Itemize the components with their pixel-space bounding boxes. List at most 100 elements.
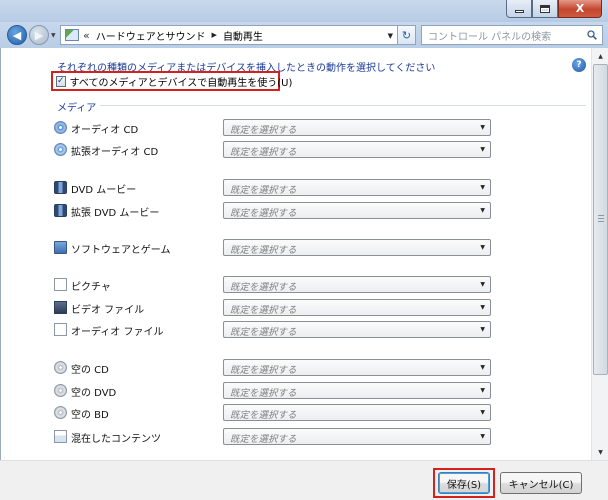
navigation-bar: ◀ ▶ ▼ « ハードウェアとサウンド ▶ 自動再生 ▼ ↻ コントロール パネ… [0,22,608,48]
media-row-audio-files: オーディオ ファイル 既定を選択する ▼ [54,321,494,339]
address-bar[interactable]: « ハードウェアとサウンド ▶ 自動再生 ▼ [60,25,398,45]
media-action-select[interactable]: 既定を選択する ▼ [223,239,491,256]
blank-dvd-icon [54,384,67,397]
media-action-select[interactable]: 既定を選択する ▼ [223,359,491,376]
autoplay-all-label[interactable]: すべてのメディアとデバイスで自動再生を使う(U) [70,74,293,89]
maximize-button[interactable] [532,0,558,18]
media-label: ピクチャ [71,282,111,293]
media-action-select[interactable]: 既定を選択する ▼ [223,179,491,196]
address-dropdown-icon[interactable]: ▼ [388,32,393,40]
media-row-enhanced-dvd-movie: 拡張 DVD ムービー 既定を選択する ▼ [54,202,494,220]
media-row-blank-cd: 空の CD 既定を選択する ▼ [54,359,494,377]
media-label: DVD ムービー [71,185,137,196]
media-label: 拡張オーディオ CD [71,147,159,158]
media-row-blank-dvd: 空の DVD 既定を選択する ▼ [54,382,494,400]
media-label: 空の DVD [71,388,117,399]
video-files-icon [54,301,67,314]
control-panel-icon [65,29,79,41]
media-row-mixed-content: 混在したコンテンツ 既定を選択する ▼ [54,428,494,446]
media-section-title: メディア [57,99,101,114]
refresh-button[interactable]: ↻ [398,25,416,45]
media-label: オーディオ ファイル [71,327,164,338]
media-label: 空の CD [71,365,109,376]
pictures-icon [54,278,67,291]
section-divider [57,105,586,106]
autoplay-all-checkbox[interactable]: ✓ [56,75,66,87]
media-action-select[interactable]: 既定を選択する ▼ [223,119,491,136]
breadcrumb-hardware-sound[interactable]: ハードウェアとサウンド [96,28,206,43]
chevron-down-icon: ▼ [480,326,485,333]
media-row-audio-cd: オーディオ CD 既定を選択する ▼ [54,119,494,137]
recent-pages-dropdown-icon[interactable]: ▼ [51,32,56,39]
media-action-select[interactable]: 既定を選択する ▼ [223,276,491,293]
media-row-video-files: ビデオ ファイル 既定を選択する ▼ [54,299,494,317]
chevron-down-icon: ▼ [480,364,485,371]
audio-cd-icon [54,121,67,134]
breadcrumb-separator-icon[interactable]: ▶ [212,31,217,39]
media-label: ビデオ ファイル [71,305,145,316]
enhanced-dvd-movie-icon [54,204,67,217]
autoplay-settings-panel: それぞれの種類のメディアまたはデバイスを挿入したときの動作を選択してください ?… [0,48,608,500]
media-action-select[interactable]: 既定を選択する ▼ [223,202,491,219]
media-action-select[interactable]: 既定を選択する ▼ [223,404,491,421]
chevron-down-icon: ▼ [480,124,485,131]
help-icon[interactable]: ? [572,58,586,72]
chevron-down-icon: ▼ [480,244,485,251]
back-arrow-icon: ◀ [12,28,22,42]
scrollbar-thumb[interactable] [593,64,608,375]
minimize-icon [514,10,524,13]
media-action-select[interactable]: 既定を選択する ▼ [223,382,491,399]
chevron-down-icon: ▼ [480,281,485,288]
breadcrumb-overflow[interactable]: « [83,29,90,42]
scroll-down-icon[interactable]: ▼ [593,444,608,460]
chevron-down-icon: ▼ [480,433,485,440]
audio-files-icon [54,323,67,336]
enhanced-audio-cd-icon [54,143,67,156]
search-icon[interactable] [587,30,597,40]
chevron-down-icon: ▼ [480,409,485,416]
autoplay-all-checkbox-row[interactable]: ✓ すべてのメディアとデバイスで自動再生を使う(U) [51,71,292,91]
media-row-software-games: ソフトウェアとゲーム 既定を選択する ▼ [54,239,494,257]
chevron-down-icon: ▼ [480,304,485,311]
search-input[interactable]: コントロール パネルの検索 [421,25,603,45]
window-controls: X [506,0,602,18]
media-action-select[interactable]: 既定を選択する ▼ [223,428,491,445]
chevron-down-icon: ▼ [480,387,485,394]
dvd-movie-icon [54,181,67,194]
mixed-content-icon [54,430,67,443]
cancel-button[interactable]: キャンセル(C) [500,472,582,494]
search-placeholder: コントロール パネルの検索 [428,31,552,43]
media-label: 拡張 DVD ムービー [71,208,160,219]
media-label: オーディオ CD [71,125,139,136]
media-label: 空の BD [71,410,109,421]
maximize-icon [540,4,550,13]
media-label: ソフトウェアとゲーム [71,245,171,256]
forward-button[interactable]: ▶ [29,25,49,45]
media-action-select[interactable]: 既定を選択する ▼ [223,321,491,338]
software-games-icon [54,241,67,254]
vertical-scrollbar[interactable]: ▲ ▼ [591,48,608,460]
back-button[interactable]: ◀ [7,25,27,45]
chevron-down-icon: ▼ [480,146,485,153]
media-row-pictures: ピクチャ 既定を選択する ▼ [54,276,494,294]
media-row-blank-bd: 空の BD 既定を選択する ▼ [54,404,494,422]
media-action-select[interactable]: 既定を選択する ▼ [223,141,491,158]
close-button[interactable]: X [558,0,602,18]
title-bar: X [0,0,608,22]
forward-arrow-icon: ▶ [34,28,44,42]
blank-cd-icon [54,361,67,374]
minimize-button[interactable] [506,0,532,18]
refresh-icon: ↻ [401,28,412,42]
scroll-up-icon[interactable]: ▲ [593,48,608,64]
checkmark-icon: ✓ [57,75,65,86]
chevron-down-icon: ▼ [480,207,485,214]
breadcrumb-autoplay[interactable]: 自動再生 [223,28,263,43]
media-row-enhanced-audio-cd: 拡張オーディオ CD 既定を選択する ▼ [54,141,494,159]
media-row-dvd-movie: DVD ムービー 既定を選択する ▼ [54,179,494,197]
save-button[interactable]: 保存(S) [438,472,490,494]
blank-bd-icon [54,406,67,419]
media-action-select[interactable]: 既定を選択する ▼ [223,299,491,316]
chevron-down-icon: ▼ [480,184,485,191]
grip-icon [598,215,604,222]
close-icon: X [575,2,585,15]
